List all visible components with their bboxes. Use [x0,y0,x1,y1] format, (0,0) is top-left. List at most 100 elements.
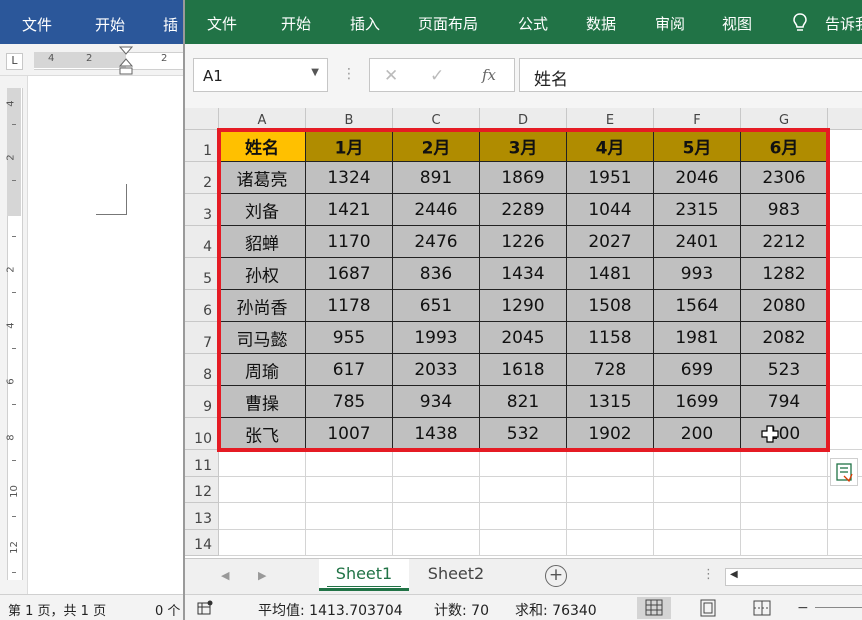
data-cell[interactable]: 2306 [741,162,828,194]
row-header-9[interactable]: 9 [185,386,219,418]
empty-cell[interactable] [828,258,862,290]
data-cell[interactable]: 728 [567,354,654,386]
data-cell[interactable]: 785 [306,386,393,418]
data-cell[interactable]: 955 [306,322,393,354]
row-header-13[interactable]: 13 [185,503,219,530]
empty-cell[interactable] [654,476,741,503]
empty-cell[interactable] [828,290,862,322]
empty-cell[interactable] [654,450,741,477]
data-cell[interactable]: 2401 [654,226,741,258]
data-cell[interactable]: 1618 [480,354,567,386]
column-header-f[interactable]: F [654,108,741,130]
data-cell[interactable]: 1438 [393,418,480,450]
empty-cell[interactable] [828,226,862,258]
empty-cell[interactable] [828,162,862,194]
data-cell[interactable]: 1282 [741,258,828,290]
zoom-slider[interactable] [815,607,862,608]
data-cell[interactable]: 2289 [480,194,567,226]
data-cell[interactable]: 934 [393,386,480,418]
horizontal-scrollbar[interactable]: ◀ [725,568,862,586]
data-cell[interactable]: 2212 [741,226,828,258]
data-cell[interactable]: 100 [741,418,828,450]
empty-cell[interactable] [219,529,306,556]
zoom-out-icon[interactable]: − [797,600,809,616]
data-cell[interactable]: 1158 [567,322,654,354]
data-cell[interactable]: 1993 [393,322,480,354]
word-tab-insert[interactable]: 插 [163,14,178,35]
data-cell[interactable]: 1324 [306,162,393,194]
empty-cell[interactable] [219,503,306,530]
empty-cell[interactable] [306,529,393,556]
empty-cell[interactable] [567,529,654,556]
empty-cell[interactable] [306,503,393,530]
column-header-next[interactable] [828,108,862,130]
empty-cell[interactable] [828,418,862,450]
indent-marker-icon[interactable] [119,46,133,76]
row-header-7[interactable]: 7 [185,322,219,354]
column-header-g[interactable]: G [741,108,828,130]
name-box[interactable]: A1 ▼ [193,58,328,92]
header-cell[interactable]: 5月 [654,130,741,162]
row-header-6[interactable]: 6 [185,290,219,322]
chevron-down-icon[interactable]: ▼ [311,67,319,78]
data-cell[interactable]: 1226 [480,226,567,258]
empty-cell[interactable] [480,503,567,530]
data-cell[interactable]: 891 [393,162,480,194]
column-header-b[interactable]: B [306,108,393,130]
data-cell[interactable]: 2033 [393,354,480,386]
column-header-a[interactable]: A [219,108,306,130]
row-header-10[interactable]: 10 [185,418,219,450]
data-cell[interactable]: 貂蝉 [219,226,306,258]
quick-analysis-icon[interactable] [830,458,858,486]
word-document-page[interactable] [28,76,185,594]
scroll-right-icon[interactable]: ▶ [258,569,266,582]
data-cell[interactable]: 651 [393,290,480,322]
data-cell[interactable]: 1421 [306,194,393,226]
data-cell[interactable]: 2080 [741,290,828,322]
row-header-4[interactable]: 4 [185,226,219,258]
data-cell[interactable]: 2476 [393,226,480,258]
header-cell[interactable]: 6月 [741,130,828,162]
data-cell[interactable]: 1170 [306,226,393,258]
data-cell[interactable]: 200 [654,418,741,450]
data-cell[interactable]: 2027 [567,226,654,258]
data-cell[interactable]: 794 [741,386,828,418]
data-cell[interactable]: 2046 [654,162,741,194]
empty-cell[interactable] [741,503,828,530]
insert-function-icon[interactable]: fx [482,66,496,84]
data-cell[interactable]: 993 [654,258,741,290]
row-header-5[interactable]: 5 [185,258,219,290]
row-header-2[interactable]: 2 [185,162,219,194]
tab-view[interactable]: 视图 [722,13,752,34]
data-cell[interactable]: 1481 [567,258,654,290]
data-cell[interactable]: 刘备 [219,194,306,226]
empty-cell[interactable] [219,450,306,477]
data-cell[interactable]: 曹操 [219,386,306,418]
header-cell[interactable]: 姓名 [219,130,306,162]
tab-file[interactable]: 文件 [207,13,237,34]
empty-cell[interactable] [567,503,654,530]
page-layout-view-icon[interactable] [691,597,725,619]
row-header-3[interactable]: 3 [185,194,219,226]
page-break-view-icon[interactable] [745,597,779,619]
empty-cell[interactable] [741,476,828,503]
empty-cell[interactable] [828,503,862,530]
data-cell[interactable]: 1981 [654,322,741,354]
empty-cell[interactable] [219,476,306,503]
tell-me-search[interactable]: 告诉我 [825,13,862,34]
header-cell[interactable]: 2月 [393,130,480,162]
tab-home[interactable]: 开始 [281,13,311,34]
data-cell[interactable]: 821 [480,386,567,418]
formula-input[interactable]: 姓名 [519,58,862,92]
empty-cell[interactable] [393,503,480,530]
normal-view-icon[interactable] [637,597,671,619]
tab-formulas[interactable]: 公式 [518,13,548,34]
empty-cell[interactable] [567,476,654,503]
data-cell[interactable]: 1290 [480,290,567,322]
data-cell[interactable]: 孙尚香 [219,290,306,322]
scroll-left-icon[interactable]: ◀ [730,569,738,580]
header-cell[interactable]: 3月 [480,130,567,162]
column-header-d[interactable]: D [480,108,567,130]
data-cell[interactable]: 2446 [393,194,480,226]
worksheet-grid[interactable]: ABCDEFG 1 2 3 4 5 6 7 8 9 10 11 12 13 14 姓名 1月 2月 3月 4月 5月… [185,108,862,558]
